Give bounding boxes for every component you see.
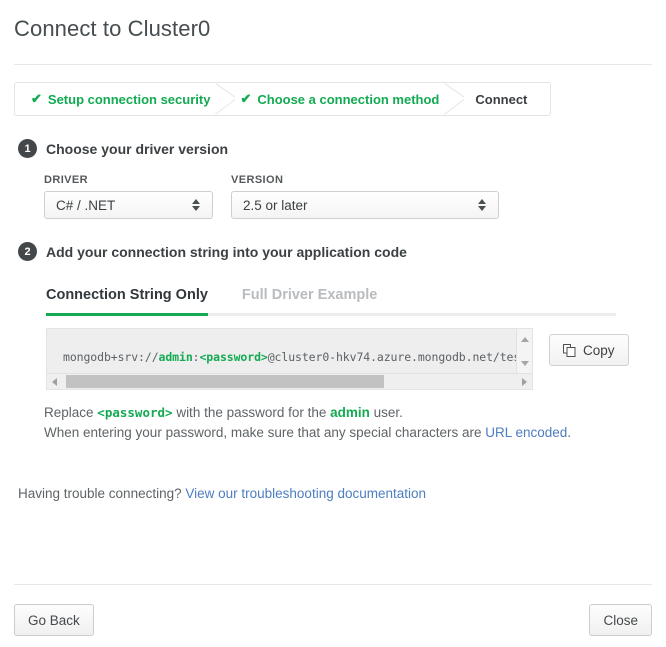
version-field: VERSION 2.5 or later: [231, 174, 499, 219]
check-icon: ✔: [31, 91, 42, 107]
copy-button[interactable]: Copy: [549, 334, 629, 366]
help-line1-prefix: Replace: [44, 405, 97, 420]
driver-field: DRIVER C# / .NET: [44, 174, 213, 219]
breadcrumb-item-label: Connect: [475, 92, 527, 107]
step-2-heading: 2 Add your connection string into your a…: [18, 242, 666, 261]
help-line-2: When entering your password, make sure t…: [44, 423, 666, 443]
connection-string-row: mongodb+srv://admin:<password>@cluster0-…: [46, 328, 646, 390]
tab-label: Connection String Only: [46, 287, 208, 303]
breadcrumb: ✔ Setup connection security ✔ Choose a c…: [14, 82, 551, 116]
step-label: Choose your driver version: [46, 141, 228, 157]
horizontal-scrollbar[interactable]: [47, 373, 532, 389]
tab-full-driver-example[interactable]: Full Driver Example: [242, 287, 377, 313]
version-select[interactable]: 2.5 or later: [231, 191, 499, 219]
url-encoded-link[interactable]: URL encoded: [485, 425, 567, 440]
footer-divider: [14, 584, 652, 585]
step-number-badge: 2: [18, 242, 37, 261]
help-line1-suffix: user.: [370, 405, 403, 420]
driver-version-fields: DRIVER C# / .NET VERSION 2.5 or later: [44, 174, 666, 219]
breadcrumb-item-choose-a-connection-method[interactable]: ✔ Choose a connection method: [224, 83, 453, 115]
driver-field-label: DRIVER: [44, 174, 213, 186]
breadcrumb-item-setup-connection-security[interactable]: ✔ Setup connection security: [15, 83, 224, 115]
vertical-scrollbar[interactable]: [516, 329, 532, 374]
help-line2-suffix: .: [567, 425, 571, 440]
step-1-heading: 1 Choose your driver version: [18, 139, 666, 158]
copy-button-label: Copy: [583, 343, 615, 358]
tab-connection-string-only[interactable]: Connection String Only: [46, 287, 208, 313]
check-icon: ✔: [240, 91, 251, 107]
updown-arrows-icon: [473, 199, 491, 211]
step-number-badge: 1: [18, 139, 37, 158]
help-line1-mid: with the password for the: [173, 405, 331, 420]
version-field-label: VERSION: [231, 174, 499, 186]
version-select-value: 2.5 or later: [232, 198, 473, 213]
help-password-token: <password>: [97, 405, 172, 420]
password-help-text: Replace <password> with the password for…: [44, 403, 666, 443]
connection-string-box[interactable]: mongodb+srv://admin:<password>@cluster0-…: [46, 328, 533, 390]
step-label: Add your connection string into your app…: [46, 244, 407, 260]
scroll-left-arrow-icon[interactable]: [52, 378, 57, 386]
scroll-right-arrow-icon[interactable]: [522, 378, 527, 386]
scroll-up-arrow-icon[interactable]: [521, 337, 529, 342]
troubleshooting-link[interactable]: View our troubleshooting documentation: [185, 486, 426, 501]
go-back-button[interactable]: Go Back: [14, 604, 94, 636]
tab-label: Full Driver Example: [242, 287, 377, 303]
troubleshooting-text: Having trouble connecting? View our trou…: [18, 486, 666, 501]
breadcrumb-item-label: Choose a connection method: [257, 92, 439, 107]
trouble-prefix: Having trouble connecting?: [18, 486, 185, 501]
conn-host: @cluster0-hkv74.azure.mongodb.net/test: [268, 350, 527, 364]
page-title: Connect to Cluster0: [0, 0, 666, 44]
title-divider: [14, 64, 652, 65]
driver-select-value: C# / .NET: [45, 198, 187, 213]
scroll-down-arrow-icon[interactable]: [521, 361, 529, 366]
conn-password-placeholder: <password>: [199, 350, 267, 364]
help-admin-user: admin: [330, 405, 370, 420]
connection-tabs: Connection String Only Full Driver Examp…: [46, 287, 616, 316]
conn-user: admin: [159, 350, 193, 364]
connection-string-text: mongodb+srv://admin:<password>@cluster0-…: [63, 350, 533, 364]
help-line-1: Replace <password> with the password for…: [44, 403, 666, 423]
breadcrumb-item-label: Setup connection security: [48, 92, 211, 107]
conn-prefix: mongodb+srv://: [63, 350, 159, 364]
breadcrumb-item-connect: Connect: [453, 83, 541, 115]
help-line2-prefix: When entering your password, make sure t…: [44, 425, 485, 440]
updown-arrows-icon: [187, 199, 205, 211]
scrollbar-thumb[interactable]: [66, 375, 384, 388]
copy-icon: [563, 344, 576, 357]
driver-select[interactable]: C# / .NET: [44, 191, 213, 219]
close-button[interactable]: Close: [589, 604, 652, 636]
